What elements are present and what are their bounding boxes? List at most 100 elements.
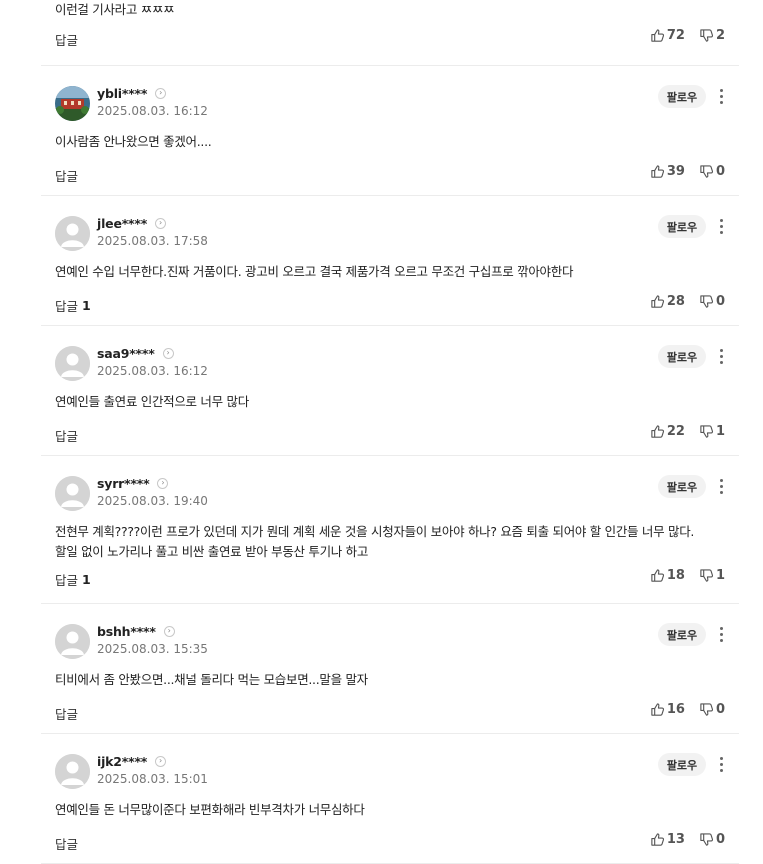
like-button[interactable]: 13 xyxy=(650,832,685,847)
more-options-icon[interactable] xyxy=(715,85,727,107)
reply-button[interactable]: 답글 xyxy=(55,704,78,723)
comment-item: 이런걸 기사라고 ㅉㅉㅉ 답글 72 2 xyxy=(41,0,739,66)
thumbs-up-icon xyxy=(651,29,664,42)
reply-label: 답글 xyxy=(55,33,79,48)
more-options-icon[interactable] xyxy=(715,475,727,497)
more-options-icon[interactable] xyxy=(715,215,727,237)
follow-button[interactable]: 팔로우 xyxy=(658,85,706,108)
thumbs-down-icon xyxy=(700,703,713,716)
avatar[interactable] xyxy=(55,216,90,251)
dislike-count: 0 xyxy=(715,702,725,717)
like-button[interactable]: 22 xyxy=(650,424,685,439)
comment-item: saa9**** › 2025.08.03. 16:12 팔로우 연예인들 출연… xyxy=(41,326,739,456)
avatar[interactable] xyxy=(55,624,90,659)
follow-button[interactable]: 팔로우 xyxy=(658,345,706,368)
reply-button[interactable]: 답글 xyxy=(55,834,78,853)
comment-item: ybli**** › 2025.08.03. 16:12 팔로우 이사람좀 안나… xyxy=(41,66,739,196)
reply-button[interactable]: 답글 1 xyxy=(55,570,91,589)
like-button[interactable]: 18 xyxy=(650,568,685,583)
chevron-right-icon[interactable]: › xyxy=(163,625,175,637)
dislike-button[interactable]: 0 xyxy=(699,164,725,179)
comment-text: 연예인들 돈 너무많이준다 보편화해라 빈부격차가 너무심하다 xyxy=(55,802,365,817)
username-row: ybli**** › xyxy=(97,85,167,101)
reply-button[interactable]: 답글 xyxy=(55,426,78,445)
username-row: saa9**** › xyxy=(97,345,174,361)
username[interactable]: syrr**** xyxy=(97,476,150,491)
dislike-button[interactable]: 1 xyxy=(699,424,725,439)
dislike-button[interactable]: 0 xyxy=(699,832,725,847)
thumbs-up-icon xyxy=(651,569,664,582)
vote-group: 22 1 xyxy=(650,424,725,439)
follow-button[interactable]: 팔로우 xyxy=(658,753,706,776)
username[interactable]: ybli**** xyxy=(97,86,147,101)
thumbs-up-icon xyxy=(651,295,664,308)
comment-date: 2025.08.03. 16:12 xyxy=(97,364,208,378)
chevron-right-icon[interactable]: › xyxy=(157,477,169,489)
follow-button[interactable]: 팔로우 xyxy=(658,475,706,498)
comment-date: 2025.08.03. 16:12 xyxy=(97,104,208,118)
avatar[interactable] xyxy=(55,754,90,789)
like-button[interactable]: 39 xyxy=(650,164,685,179)
reply-button[interactable]: 답글 xyxy=(55,30,78,49)
reply-label: 답글 xyxy=(55,837,79,852)
username-row: bshh**** › xyxy=(97,623,175,639)
like-count: 18 xyxy=(666,568,685,583)
comment-date: 2025.08.03. 17:58 xyxy=(97,234,208,248)
like-count: 22 xyxy=(666,424,685,439)
like-count: 28 xyxy=(666,294,685,309)
like-button[interactable]: 72 xyxy=(650,28,685,43)
comment-item: bshh**** › 2025.08.03. 15:35 팔로우 티비에서 좀 … xyxy=(41,604,739,734)
username-row: jlee**** › xyxy=(97,215,167,231)
reply-label: 답글 xyxy=(55,169,79,184)
reply-label: 답글 xyxy=(55,429,79,444)
thumbs-down-icon xyxy=(700,569,713,582)
dislike-button[interactable]: 0 xyxy=(699,294,725,309)
username[interactable]: ijk2**** xyxy=(97,754,147,769)
avatar[interactable] xyxy=(55,346,90,381)
dislike-count: 0 xyxy=(715,164,725,179)
chevron-right-icon[interactable]: › xyxy=(155,87,167,99)
like-count: 39 xyxy=(666,164,685,179)
reply-button[interactable]: 답글 1 xyxy=(55,296,91,315)
avatar[interactable] xyxy=(55,476,90,511)
comment-text: 이사람좀 안나왔으면 좋겠어.... xyxy=(55,134,212,149)
avatar[interactable] xyxy=(55,86,90,121)
comment-date: 2025.08.03. 19:40 xyxy=(97,494,208,508)
like-count: 13 xyxy=(666,832,685,847)
dislike-count: 0 xyxy=(715,294,725,309)
dislike-button[interactable]: 1 xyxy=(699,568,725,583)
username[interactable]: jlee**** xyxy=(97,216,147,231)
like-button[interactable]: 16 xyxy=(650,702,685,717)
vote-group: 72 2 xyxy=(650,28,725,43)
thumbs-up-icon xyxy=(651,425,664,438)
vote-group: 18 1 xyxy=(650,568,725,583)
chevron-right-icon[interactable]: › xyxy=(162,347,174,359)
thumbs-up-icon xyxy=(651,165,664,178)
vote-group: 28 0 xyxy=(650,294,725,309)
vote-group: 13 0 xyxy=(650,832,725,847)
username[interactable]: saa9**** xyxy=(97,346,155,361)
comment-item: jlee**** › 2025.08.03. 17:58 팔로우 연예인 수입 … xyxy=(41,196,739,326)
like-count: 16 xyxy=(666,702,685,717)
dislike-count: 1 xyxy=(715,424,725,439)
more-options-icon[interactable] xyxy=(715,345,727,367)
comment-text: 전현무 계획????이런 프로가 있던데 지가 뭔데 계획 세운 것을 시청자들… xyxy=(55,524,695,559)
dislike-button[interactable]: 2 xyxy=(699,28,725,43)
chevron-right-icon[interactable]: › xyxy=(155,755,167,767)
follow-button[interactable]: 팔로우 xyxy=(658,215,706,238)
follow-button[interactable]: 팔로우 xyxy=(658,623,706,646)
username[interactable]: bshh**** xyxy=(97,624,156,639)
more-options-icon[interactable] xyxy=(715,753,727,775)
thumbs-down-icon xyxy=(700,833,713,846)
dislike-count: 2 xyxy=(715,28,725,43)
comment-text: 연예인 수입 너무한다.진짜 거품이다. 광고비 오르고 결국 제품가격 오르고… xyxy=(55,264,574,279)
more-options-icon[interactable] xyxy=(715,623,727,645)
thumbs-down-icon xyxy=(700,165,713,178)
chevron-right-icon[interactable]: › xyxy=(155,217,167,229)
dislike-button[interactable]: 0 xyxy=(699,702,725,717)
comment-date: 2025.08.03. 15:35 xyxy=(97,642,208,656)
like-count: 72 xyxy=(666,28,685,43)
like-button[interactable]: 28 xyxy=(650,294,685,309)
comment-date: 2025.08.03. 15:01 xyxy=(97,772,208,786)
reply-button[interactable]: 답글 xyxy=(55,166,78,185)
